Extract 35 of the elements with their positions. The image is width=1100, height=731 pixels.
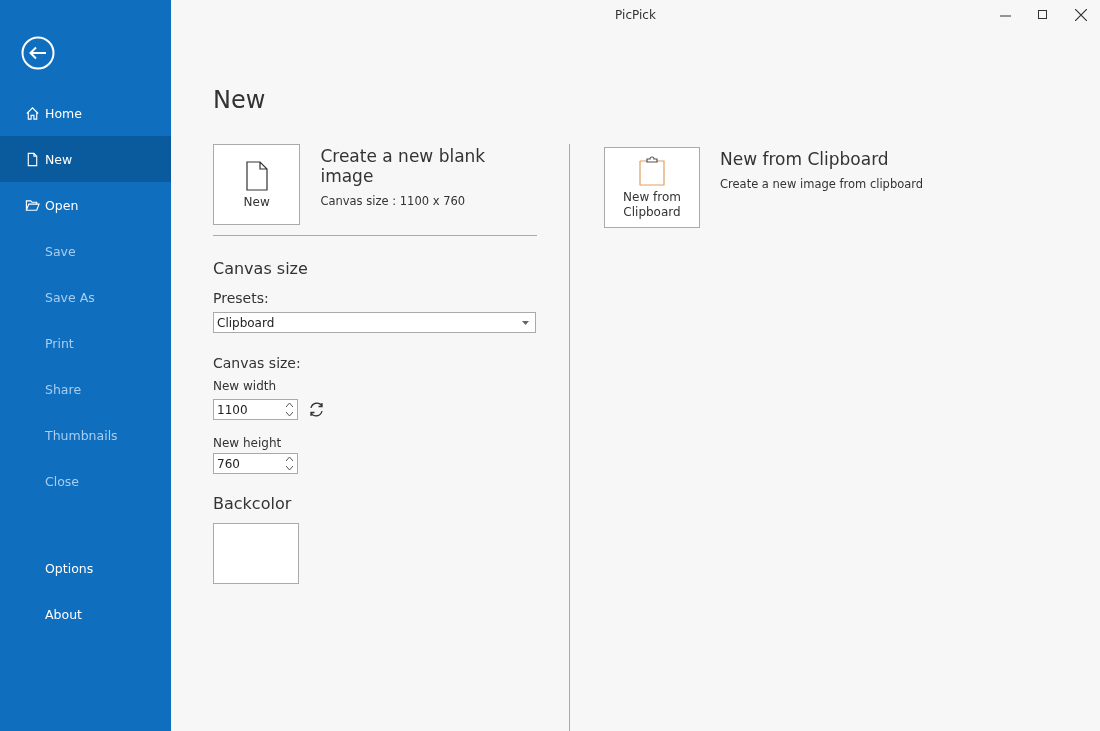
option-title: Create a new blank image [320, 146, 487, 186]
spinner-arrows-icon[interactable] [286, 403, 293, 416]
field-label: Presets: [213, 290, 270, 306]
window-title: PicPick [615, 8, 656, 22]
option-description: Create a new image from clipboard [720, 177, 924, 191]
refresh-icon[interactable] [308, 401, 325, 418]
spinner-arrows-icon[interactable] [286, 457, 293, 470]
close-icon [1075, 9, 1087, 21]
presets-dropdown[interactable]: Clipboard [213, 312, 536, 333]
section-heading: Canvas size [213, 259, 309, 278]
sidebar-item[interactable]: New [0, 136, 171, 182]
field-label: New height [213, 436, 283, 450]
field-label: New width [213, 379, 278, 393]
section-heading: Backcolor [213, 494, 293, 513]
sidebar-item[interactable]: Home [0, 90, 171, 136]
sidebar-item[interactable]: Open [0, 182, 171, 228]
document-icon [245, 160, 268, 191]
new-button[interactable]: New [213, 144, 301, 225]
page-title: New [213, 86, 267, 114]
color-swatch[interactable] [213, 523, 299, 584]
width-field[interactable]: 1100 [213, 399, 298, 420]
sidebar-item[interactable]: Options [0, 545, 171, 591]
maximize-icon [1038, 10, 1048, 20]
back-icon[interactable] [21, 36, 55, 70]
new-from-clipboard-button[interactable]: New from Clipboard [604, 147, 700, 228]
field-label: Canvas size: [213, 355, 302, 371]
folder-icon [25, 197, 40, 213]
clipboard-icon [638, 155, 666, 186]
caret-icon [522, 320, 529, 325]
height-field[interactable]: 760 [213, 453, 298, 474]
option-description: Canvas size : 1100 x 760 [320, 194, 467, 208]
document-icon [25, 151, 40, 167]
sidebar-item[interactable]: About [0, 591, 171, 637]
option-title: New from Clipboard [720, 149, 890, 169]
home-icon [25, 105, 40, 121]
